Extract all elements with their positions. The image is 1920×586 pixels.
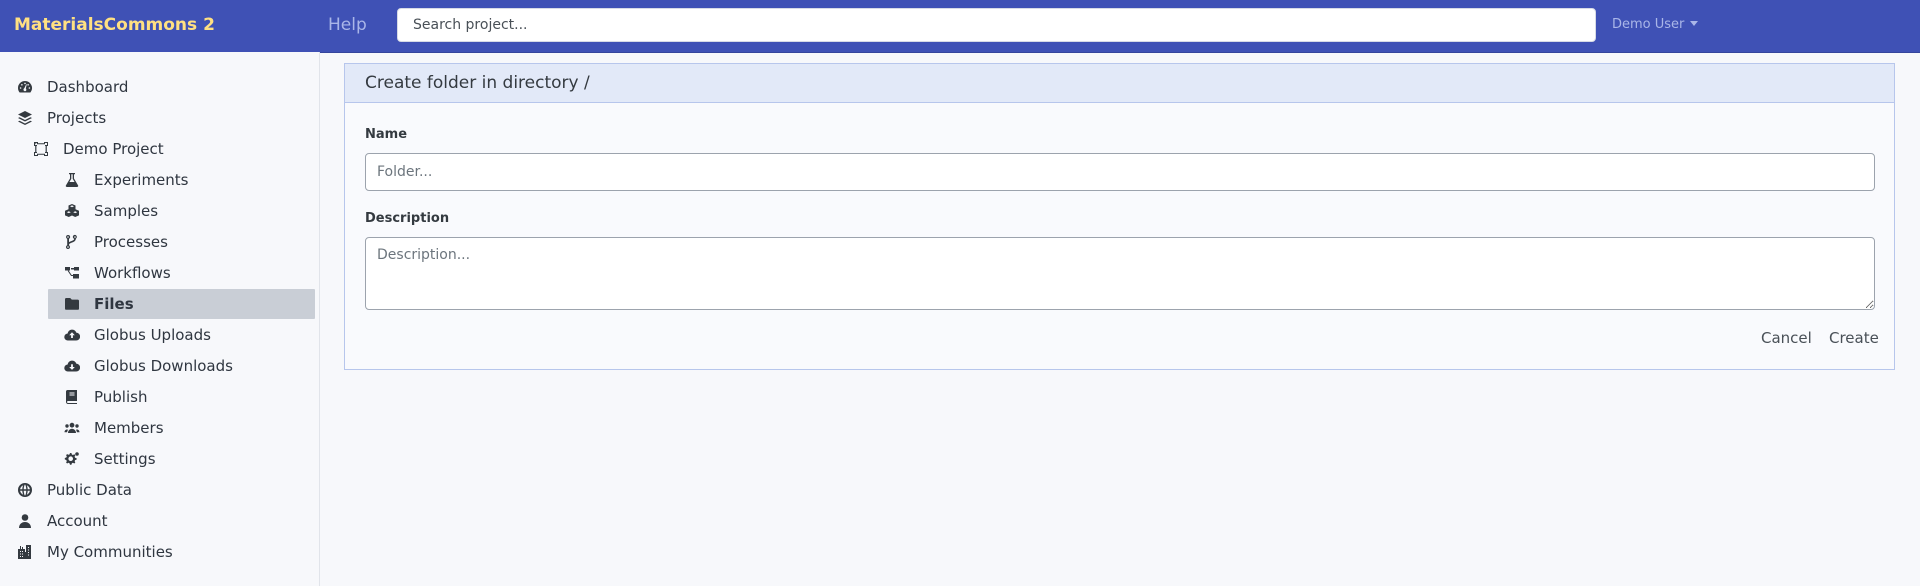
sidebar-item-label: Files bbox=[94, 295, 134, 313]
create-button[interactable]: Create bbox=[1829, 329, 1879, 347]
top-navbar: MaterialsCommons 2 Help Demo User bbox=[0, 0, 1920, 53]
user-menu[interactable]: Demo User bbox=[1612, 17, 1699, 32]
sidebar-item-my-communities[interactable]: My Communities bbox=[16, 537, 173, 567]
code-branch-icon bbox=[63, 233, 81, 251]
sidebar-item-account[interactable]: Account bbox=[16, 506, 108, 536]
folder-name-input[interactable] bbox=[365, 153, 1875, 191]
sidebar-item-projects[interactable]: Projects bbox=[16, 103, 106, 133]
sidebar-item-globus-uploads[interactable]: Globus Uploads bbox=[63, 320, 211, 350]
layer-group-icon bbox=[16, 109, 34, 127]
cloud-download-icon bbox=[63, 357, 81, 375]
user-icon bbox=[16, 512, 34, 530]
sidebar-item-label: My Communities bbox=[47, 543, 173, 561]
sidebar-item-label: Projects bbox=[47, 109, 107, 127]
sidebar-item-label: Globus Downloads bbox=[94, 357, 233, 375]
cancel-button[interactable]: Cancel bbox=[1761, 329, 1812, 347]
sidebar-item-label: Workflows bbox=[94, 264, 171, 282]
sidebar-item-dashboard[interactable]: Dashboard bbox=[16, 72, 128, 102]
sidebar-item-label: Publish bbox=[94, 388, 148, 406]
description-textarea[interactable] bbox=[365, 237, 1875, 310]
sidebar-item-label: Experiments bbox=[94, 171, 189, 189]
sidebar-item-processes[interactable]: Processes bbox=[63, 227, 168, 257]
sidebar-item-public-data[interactable]: Public Data bbox=[16, 475, 132, 505]
search-input[interactable] bbox=[397, 8, 1596, 42]
book-icon bbox=[63, 388, 81, 406]
project-diagram-icon bbox=[63, 264, 81, 282]
sidebar-item-label: Processes bbox=[94, 233, 168, 251]
sidebar-item-label: Dashboard bbox=[47, 78, 129, 96]
caret-down-icon bbox=[1690, 21, 1699, 26]
flask-icon bbox=[63, 171, 81, 189]
name-label: Name bbox=[365, 127, 408, 142]
app-brand[interactable]: MaterialsCommons 2 bbox=[14, 15, 215, 35]
card-header: Create folder in directory / bbox=[345, 64, 1894, 103]
cogs-icon bbox=[63, 450, 81, 468]
create-folder-card: Create folder in directory / Name Descri… bbox=[344, 63, 1895, 370]
sidebar-item-workflows[interactable]: Workflows bbox=[63, 258, 171, 288]
sidebar-item-publish[interactable]: Publish bbox=[63, 382, 147, 412]
sidebar-item-label: Samples bbox=[94, 202, 159, 220]
sidebar-item-settings[interactable]: Settings bbox=[63, 444, 156, 474]
sidebar-item-label: Demo Project bbox=[63, 140, 164, 158]
globe-icon bbox=[16, 481, 34, 499]
sidebar-item-label: Globus Uploads bbox=[94, 326, 211, 344]
sidebar-item-demo-project[interactable]: Demo Project bbox=[32, 134, 164, 164]
tachometer-icon bbox=[16, 78, 34, 96]
folder-icon bbox=[63, 295, 81, 313]
vector-square-icon bbox=[32, 140, 50, 158]
cubes-icon bbox=[63, 202, 81, 220]
sidebar-item-label: Public Data bbox=[47, 481, 132, 499]
sidebar-item-experiments[interactable]: Experiments bbox=[63, 165, 188, 195]
description-label: Description bbox=[365, 211, 450, 226]
help-link[interactable]: Help bbox=[328, 15, 367, 35]
cloud-upload-icon bbox=[63, 326, 81, 344]
sidebar-item-label: Account bbox=[47, 512, 108, 530]
city-icon bbox=[16, 543, 34, 561]
sidebar-item-label: Settings bbox=[94, 450, 156, 468]
sidebar-item-globus-downloads[interactable]: Globus Downloads bbox=[63, 351, 233, 381]
sidebar-item-members[interactable]: Members bbox=[63, 413, 164, 443]
sidebar-item-label: Members bbox=[94, 419, 164, 437]
sidebar: Dashboard Projects Demo Project Experime… bbox=[0, 52, 320, 586]
users-icon bbox=[63, 419, 81, 437]
user-name: Demo User bbox=[1612, 17, 1685, 32]
card-title: Create folder in directory / bbox=[365, 73, 590, 93]
sidebar-item-files[interactable]: Files bbox=[48, 289, 315, 319]
sidebar-item-samples[interactable]: Samples bbox=[63, 196, 158, 226]
